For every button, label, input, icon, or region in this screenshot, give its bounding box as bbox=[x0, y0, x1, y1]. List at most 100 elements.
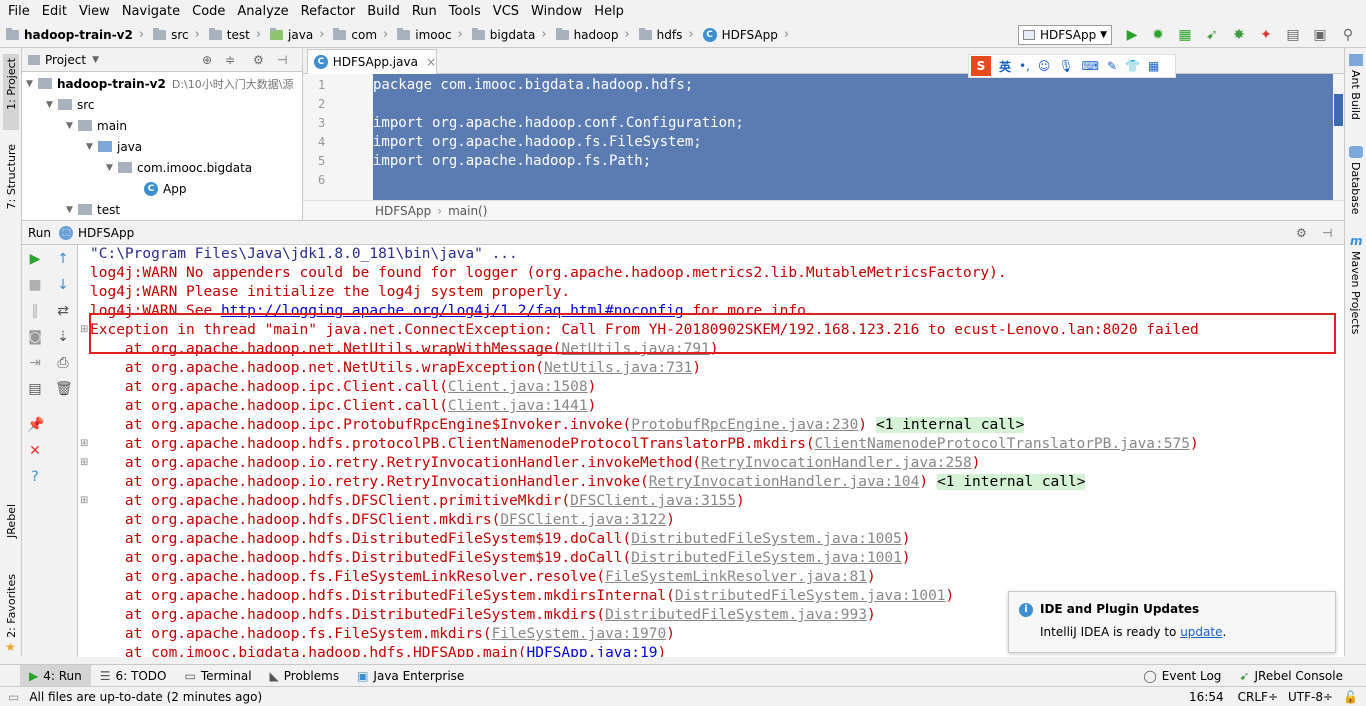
exit-icon[interactable]: ⇥ bbox=[27, 355, 43, 371]
source-link[interactable]: Client.java:1441 bbox=[448, 398, 588, 414]
microphone-icon[interactable]: 🎙 bbox=[1058, 59, 1073, 73]
source-link[interactable]: DistributedFileSystem.java:1001 bbox=[675, 588, 946, 604]
scroll-thumb[interactable] bbox=[1334, 94, 1343, 126]
jrebel-remote-icon[interactable]: ✦ bbox=[1258, 27, 1274, 43]
editor-tab-hdfsapp[interactable]: C HDFSApp.java × bbox=[307, 49, 437, 74]
tab-jrebel-console[interactable]: ➹ JRebel Console bbox=[1230, 665, 1352, 687]
layout-icon[interactable]: ▤ bbox=[27, 381, 43, 397]
source-link[interactable]: RetryInvocationHandler.java:104 bbox=[649, 474, 920, 490]
tree-item-java[interactable]: ▼ java bbox=[86, 136, 142, 157]
cursor-position[interactable]: 16:54 bbox=[1189, 690, 1224, 704]
search-icon[interactable]: ⚲ bbox=[1340, 27, 1356, 43]
menu-help[interactable]: Help bbox=[588, 4, 630, 19]
grid-icon[interactable]: ▦ bbox=[1148, 59, 1159, 73]
scroll-up-icon[interactable]: ↑ bbox=[55, 251, 71, 267]
breadcrumb-hdfsapp[interactable]: C HDFSApp › bbox=[697, 27, 792, 42]
pin-icon[interactable]: 📌 bbox=[27, 417, 44, 433]
internal-call-fold[interactable]: <1 internal call> bbox=[875, 417, 1025, 433]
hide-icon[interactable]: ⊣ bbox=[1322, 226, 1332, 240]
source-link[interactable]: FileSystemLinkResolver.java:81 bbox=[605, 569, 867, 585]
expand-icon[interactable]: ⊞ bbox=[80, 495, 88, 506]
tab-run[interactable]: ▶ 4: Run bbox=[20, 664, 91, 687]
collapse-icon[interactable]: ≑ bbox=[225, 53, 235, 67]
tab-event-log[interactable]: ◯ Event Log bbox=[1134, 665, 1230, 687]
menu-build[interactable]: Build bbox=[361, 4, 406, 19]
coverage-icon[interactable]: ▦ bbox=[1177, 27, 1193, 43]
line-separator[interactable]: CRLF÷ bbox=[1238, 690, 1278, 704]
update-link[interactable]: update bbox=[1180, 625, 1222, 639]
tree-item-app[interactable]: C App bbox=[144, 178, 186, 199]
breadcrumb-com[interactable]: com › bbox=[327, 27, 391, 42]
breadcrumb-src[interactable]: src › bbox=[147, 27, 203, 42]
tab-java-enterprise[interactable]: ▣ Java Enterprise bbox=[348, 665, 473, 687]
project-structure-icon[interactable]: ▤ bbox=[1285, 27, 1301, 43]
source-link[interactable]: RetryInvocationHandler.java:258 bbox=[701, 455, 972, 471]
file-encoding[interactable]: UTF-8÷ bbox=[1288, 690, 1333, 704]
breadcrumb-test[interactable]: test › bbox=[203, 27, 264, 42]
source-link[interactable]: DistributedFileSystem.java:1005 bbox=[631, 531, 902, 547]
tool-tab-favorites[interactable]: 2: Favorites bbox=[5, 574, 18, 638]
gear-icon[interactable]: ⚙ bbox=[1296, 226, 1307, 240]
tree-item-main[interactable]: ▼ main bbox=[66, 115, 127, 136]
breadcrumb-java[interactable]: java › bbox=[264, 27, 327, 42]
internal-call-fold[interactable]: <1 internal call> bbox=[937, 474, 1086, 490]
menu-navigate[interactable]: Navigate bbox=[116, 4, 186, 19]
status-icon[interactable]: ▭ bbox=[8, 690, 19, 704]
menu-refactor[interactable]: Refactor bbox=[295, 4, 362, 19]
expand-icon[interactable]: ⊞ bbox=[80, 324, 88, 335]
breadcrumb-project[interactable]: hadoop-train-v2 › bbox=[0, 27, 147, 42]
breadcrumb-hdfs[interactable]: hdfs › bbox=[633, 27, 697, 42]
menu-run[interactable]: Run bbox=[406, 4, 443, 19]
tree-item-root[interactable]: ▼ hadoop-train-v2 D:\10小时入门大数据\源 bbox=[26, 73, 293, 94]
breadcrumb-bigdata[interactable]: bigdata › bbox=[466, 27, 550, 42]
tool-tab-structure[interactable]: 7: Structure bbox=[5, 144, 18, 209]
tool-tab-maven-projects[interactable]: Maven Projects bbox=[1349, 251, 1362, 334]
rerun-icon[interactable]: ▶ bbox=[27, 251, 43, 267]
tab-terminal[interactable]: ▭ Terminal bbox=[175, 665, 260, 687]
menu-vcs[interactable]: VCS bbox=[487, 4, 525, 19]
clear-icon[interactable]: 🗑 bbox=[55, 381, 73, 397]
source-link[interactable]: FileSystem.java:1970 bbox=[492, 626, 667, 642]
skin-icon[interactable]: 👕 bbox=[1125, 59, 1140, 73]
source-link[interactable]: DistributedFileSystem.java:1001 bbox=[631, 550, 902, 566]
gear-icon[interactable]: ⚙ bbox=[253, 53, 264, 67]
code-area[interactable]: package com.imooc.bigdata.hadoop.hdfs; i… bbox=[373, 74, 1333, 200]
crumb-class[interactable]: HDFSApp bbox=[375, 204, 431, 218]
source-link[interactable]: NetUtils.java:731 bbox=[544, 360, 692, 376]
ime-language-toggle[interactable]: 英 bbox=[999, 58, 1011, 75]
breadcrumb-imooc[interactable]: imooc › bbox=[391, 27, 466, 42]
expand-icon[interactable]: ⊞ bbox=[80, 457, 88, 468]
sdk-icon[interactable]: ▣ bbox=[1312, 27, 1328, 43]
menu-analyze[interactable]: Analyze bbox=[231, 4, 294, 19]
menu-tools[interactable]: Tools bbox=[443, 4, 487, 19]
source-link[interactable]: DFSClient.java:3155 bbox=[570, 493, 736, 509]
source-link[interactable]: DistributedFileSystem.java:993 bbox=[605, 607, 867, 623]
tree-item-test[interactable]: ▼ test bbox=[66, 199, 120, 220]
keyboard-icon[interactable]: ⌨ bbox=[1082, 59, 1099, 73]
source-link[interactable]: HDFSApp.java:19 bbox=[527, 645, 658, 657]
source-link[interactable]: ClientNamenodeProtocolTranslatorPB.java:… bbox=[815, 436, 1190, 452]
jrebel-run-icon[interactable]: ➹ bbox=[1204, 27, 1220, 43]
scroll-down-icon[interactable]: ↓ bbox=[55, 277, 71, 293]
tab-todo[interactable]: ☰ 6: TODO bbox=[91, 665, 176, 687]
breadcrumb-hadoop[interactable]: hadoop › bbox=[550, 27, 633, 42]
menu-window[interactable]: Window bbox=[525, 4, 588, 19]
sync-icon[interactable]: ⊕ bbox=[202, 53, 212, 67]
tree-item-package[interactable]: ▼ com.imooc.bigdata bbox=[106, 157, 252, 178]
expand-icon[interactable]: ⊞ bbox=[80, 438, 88, 449]
tool-tab-ant-build[interactable]: Ant Build bbox=[1349, 70, 1362, 120]
print-icon[interactable]: ⎙ bbox=[55, 355, 71, 371]
source-link[interactable]: Client.java:1508 bbox=[448, 379, 588, 395]
tool-tab-project[interactable]: 1: Project bbox=[5, 58, 18, 110]
menu-view[interactable]: View bbox=[73, 4, 116, 19]
toolbox-icon[interactable]: ✎ bbox=[1107, 59, 1117, 73]
chevron-down-icon[interactable]: ▼ bbox=[92, 55, 99, 65]
menu-edit[interactable]: Edit bbox=[36, 4, 73, 19]
menu-code[interactable]: Code bbox=[186, 4, 231, 19]
emoji-icon[interactable]: ☺ bbox=[1038, 59, 1051, 73]
tool-tab-database[interactable]: Database bbox=[1349, 162, 1362, 215]
close-icon[interactable]: ✕ bbox=[27, 443, 43, 459]
punctuation-icon[interactable]: •, bbox=[1019, 59, 1030, 73]
soft-wrap-icon[interactable]: ⇄ bbox=[55, 303, 71, 319]
source-link[interactable]: DFSClient.java:3122 bbox=[500, 512, 666, 528]
